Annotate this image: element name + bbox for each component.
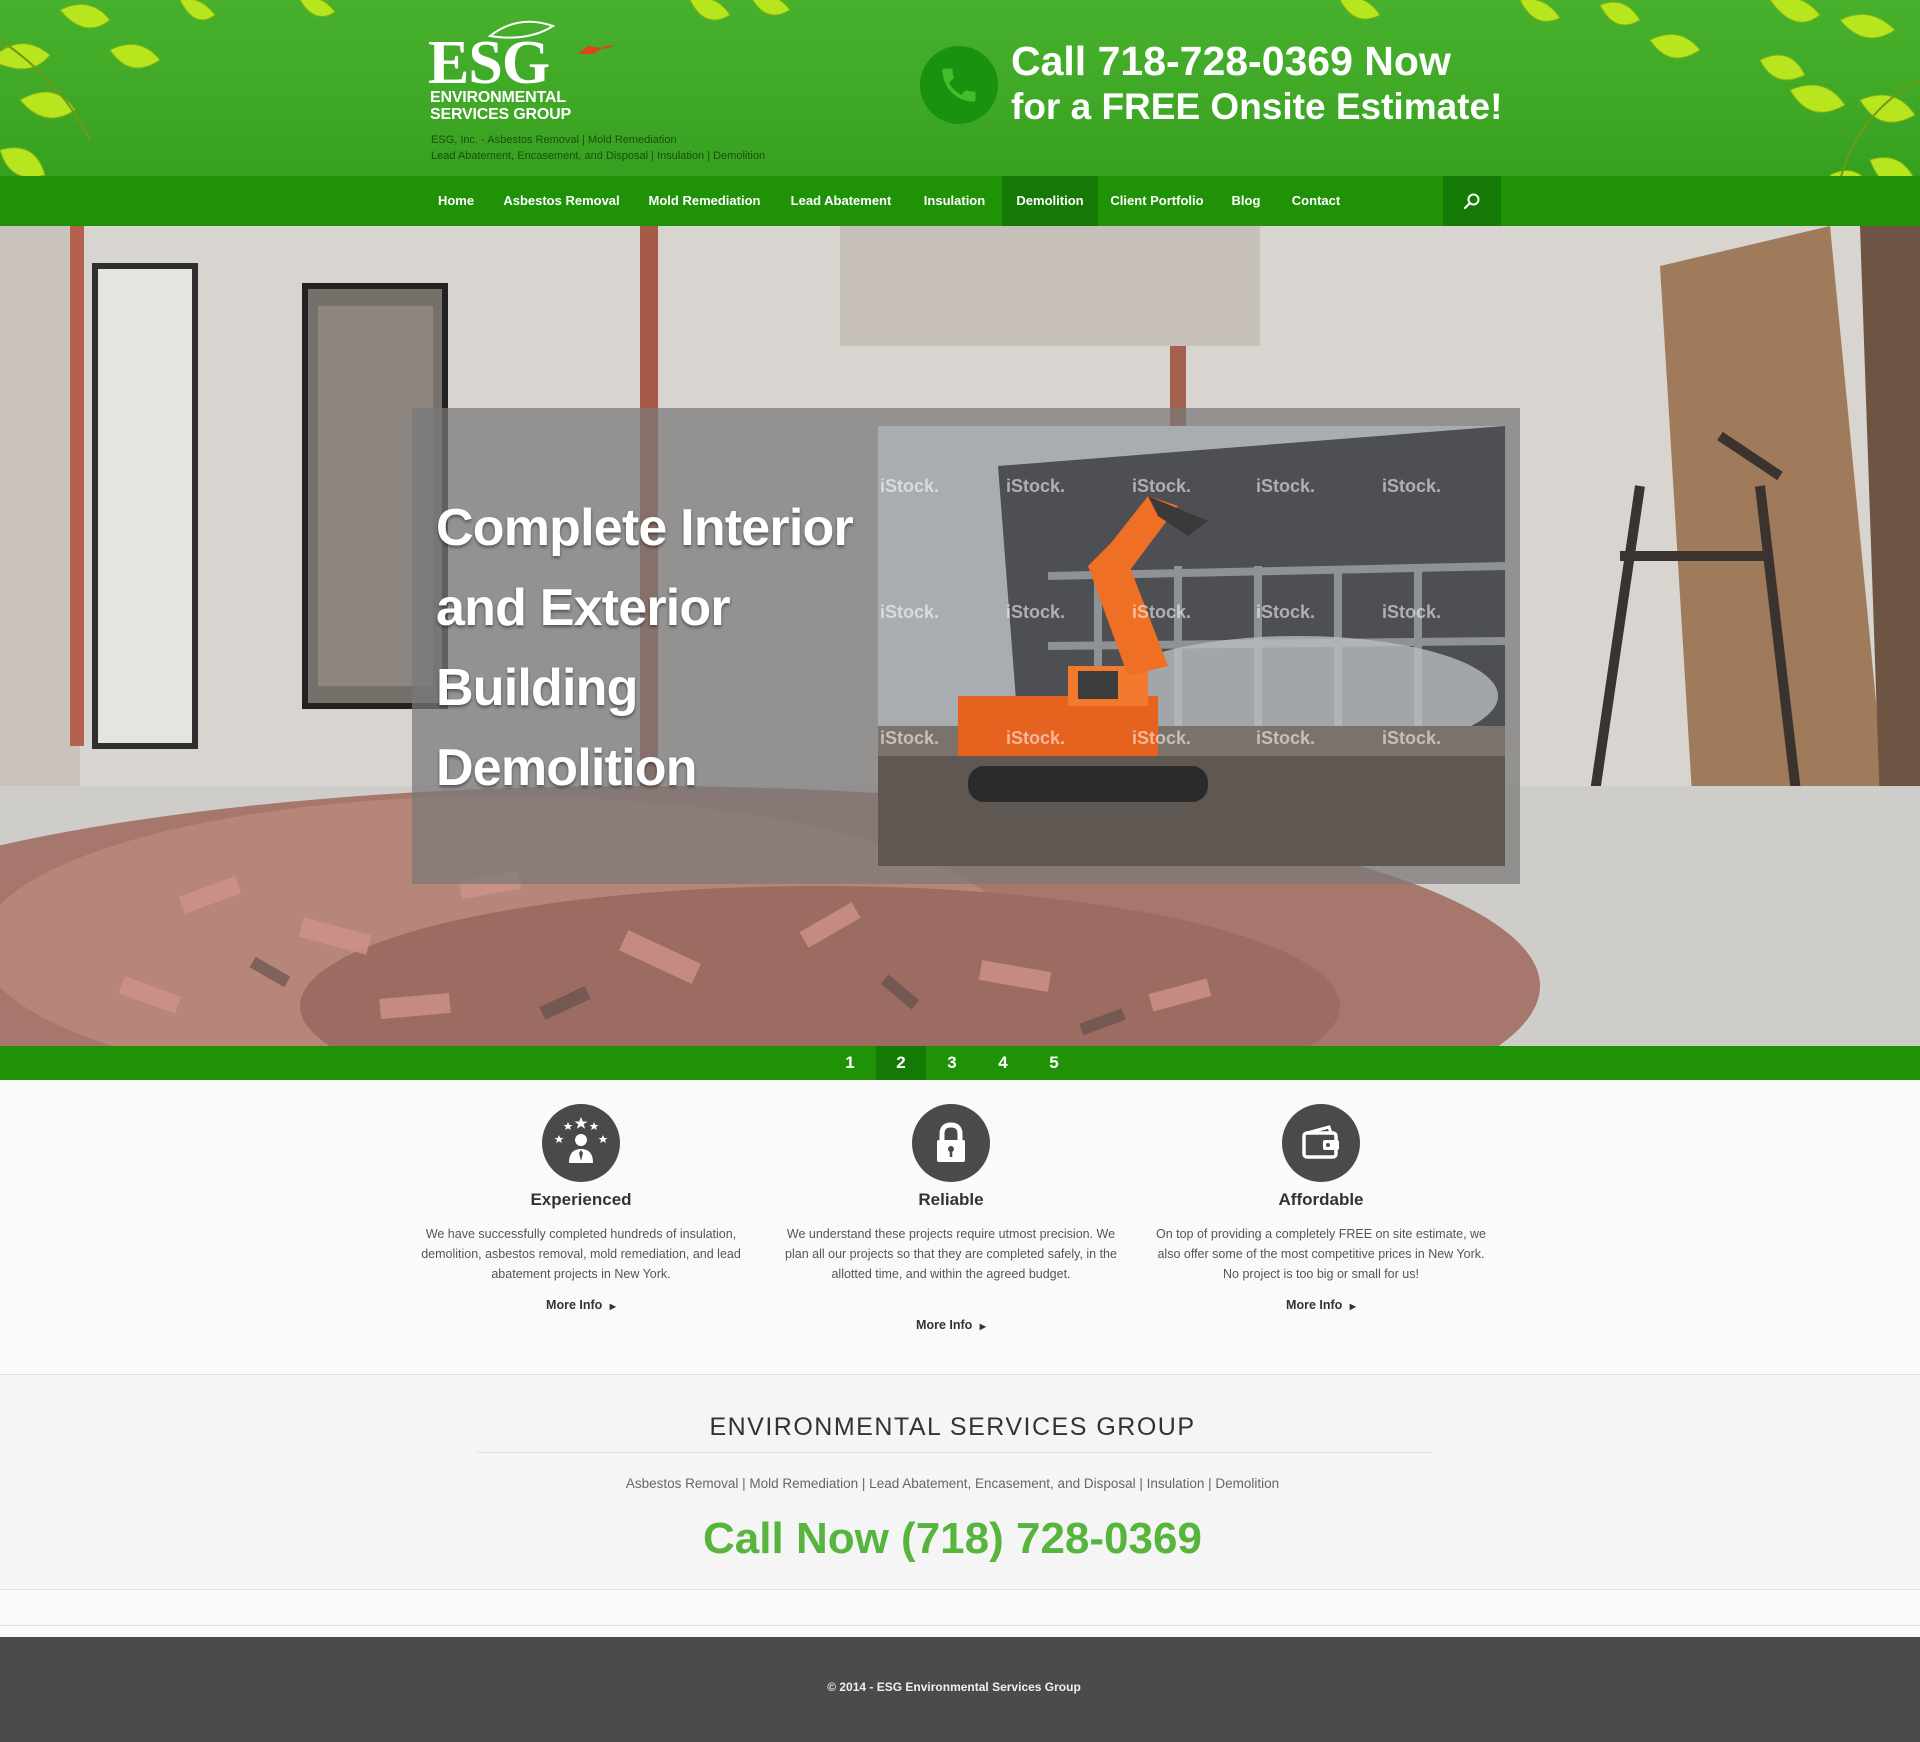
nav-item-mold-remediation[interactable]: Mold Remediation xyxy=(634,176,775,226)
nav-item-lead-abatement[interactable]: Lead Abatement xyxy=(775,176,907,226)
company-info-section: ENVIRONMENTAL SERVICES GROUP Asbestos Re… xyxy=(0,1374,1920,1590)
slider-pager: 1 2 3 4 5 xyxy=(0,1046,1920,1080)
more-info-link[interactable]: More Info ▶ xyxy=(411,1298,751,1312)
logo-line1: ENVIRONMENTAL xyxy=(430,89,566,106)
header-tagline-line2: Lead Abatement, Encasement, and Disposal… xyxy=(431,150,766,162)
nav-item-blog[interactable]: Blog xyxy=(1216,176,1276,226)
employee-stars-icon xyxy=(542,1104,620,1182)
spacer-band xyxy=(0,1590,1920,1626)
istock-watermark: iStock. xyxy=(1006,602,1066,622)
feature-title: Experienced xyxy=(530,1190,632,1209)
istock-watermark: iStock. xyxy=(1256,728,1316,748)
nav-item-home[interactable]: Home xyxy=(423,176,489,226)
wallet-icon xyxy=(1282,1104,1360,1182)
nav-item-contact[interactable]: Contact xyxy=(1276,176,1356,226)
site-header: ESG ENVIRONMENTAL SERVICES GROUP ESG, In… xyxy=(0,0,1920,176)
nav-item-client-portfolio[interactable]: Client Portfolio xyxy=(1098,176,1216,226)
hero-title: Complete Interior and Exterior Building … xyxy=(436,499,854,797)
logo-mark-text: ESG xyxy=(428,29,550,97)
feature-title: Reliable xyxy=(918,1190,984,1209)
caret-right-icon: ▶ xyxy=(609,1302,616,1311)
istock-watermark: iStock. xyxy=(1382,476,1442,496)
feature-description: We have successfully completed hundreds … xyxy=(421,1227,741,1281)
excavator-demolition-photo: iStock. iStock. iStock. iStock. iStock. … xyxy=(878,426,1505,866)
pager-item-2[interactable]: 2 xyxy=(876,1046,926,1080)
pager-item-3[interactable]: 3 xyxy=(927,1046,977,1080)
nav-item-demolition[interactable]: Demolition xyxy=(1002,176,1098,226)
feature-title: Affordable xyxy=(1278,1190,1364,1209)
main-navigation: Home Asbestos Removal Mold Remediation L… xyxy=(0,176,1920,226)
istock-watermark: iStock. xyxy=(880,476,940,496)
header-call-line1[interactable]: Call 718-728-0369 Now xyxy=(1011,38,1451,85)
search-button[interactable] xyxy=(1443,176,1501,226)
istock-watermark: iStock. xyxy=(1132,476,1192,496)
istock-watermark: iStock. xyxy=(1006,728,1066,748)
header-call-line2: for a FREE Onsite Estimate! xyxy=(1011,86,1503,127)
pager-item-4[interactable]: 4 xyxy=(978,1046,1028,1080)
copyright-text: © 2014 - ESG Environmental Services Grou… xyxy=(827,1680,1081,1694)
caret-right-icon: ▶ xyxy=(1349,1302,1356,1311)
nav-menu: Home Asbestos Removal Mold Remediation L… xyxy=(423,176,1501,226)
istock-watermark: iStock. xyxy=(880,728,940,748)
more-info-link[interactable]: More Info ▶ xyxy=(1151,1298,1491,1312)
company-name-heading: ENVIRONMENTAL SERVICES GROUP xyxy=(709,1413,1196,1441)
header-tagline-line1: ESG, Inc. - Asbestos Removal | Mold Reme… xyxy=(431,134,677,146)
hero-slider[interactable]: Complete Interior and Exterior Building … xyxy=(0,226,1920,1046)
more-info-label: More Info xyxy=(1286,1298,1343,1312)
site-footer: © 2014 - ESG Environmental Services Grou… xyxy=(0,1637,1920,1742)
nav-item-insulation[interactable]: Insulation xyxy=(907,176,1002,226)
istock-watermark: iStock. xyxy=(1382,728,1442,748)
istock-watermark: iStock. xyxy=(1256,476,1316,496)
pager-item-5[interactable]: 5 xyxy=(1029,1046,1079,1080)
feature-description: We understand these projects require utm… xyxy=(785,1227,1117,1281)
more-info-label: More Info xyxy=(546,1298,603,1312)
caret-right-icon: ▶ xyxy=(979,1322,986,1331)
istock-watermark: iStock. xyxy=(1256,602,1316,622)
istock-watermark: iStock. xyxy=(1382,602,1442,622)
features-section: Experienced We have successfully complet… xyxy=(0,1080,1920,1374)
logo-line2: SERVICES GROUP xyxy=(430,106,571,123)
more-info-label: More Info xyxy=(916,1318,973,1332)
istock-watermark: iStock. xyxy=(1132,728,1192,748)
divider xyxy=(476,1452,1432,1453)
search-icon xyxy=(1463,193,1480,210)
feature-description: On top of providing a completely FREE on… xyxy=(1155,1227,1487,1281)
services-list: Asbestos Removal | Mold Remediation | Le… xyxy=(625,1476,1280,1491)
padlock-icon xyxy=(912,1104,990,1182)
more-info-link[interactable]: More Info ▶ xyxy=(781,1318,1121,1332)
phone-icon xyxy=(920,46,998,124)
istock-watermark: iStock. xyxy=(1006,476,1066,496)
istock-watermark: iStock. xyxy=(1132,602,1192,622)
call-now-phone[interactable]: Call Now (718) 728-0369 xyxy=(0,1514,1905,1564)
istock-watermark: iStock. xyxy=(880,602,940,622)
pager-item-1[interactable]: 1 xyxy=(825,1046,875,1080)
nav-item-asbestos-removal[interactable]: Asbestos Removal xyxy=(489,176,634,226)
